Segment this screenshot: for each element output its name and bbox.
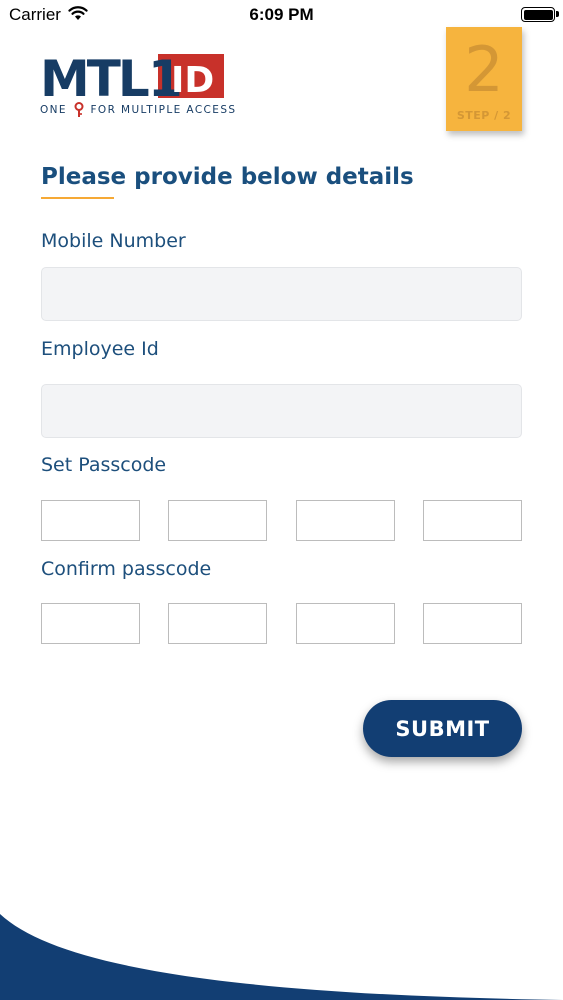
step-label: STEP / 2 [456,109,512,122]
battery-tip [556,11,559,17]
key-icon [74,102,84,117]
set-passcode-digit-1[interactable] [41,500,140,541]
battery-icon [521,7,555,22]
app-logo: MTL 1 ID ONE FOR MULTIPLE ACCESS [40,52,235,117]
confirm-passcode-digit-3[interactable] [296,603,395,644]
confirm-passcode-digit-4[interactable] [423,603,522,644]
form-title: Please provide below details [41,164,414,190]
logo-mtl-text: MTL [40,52,149,100]
confirm-passcode-digit-1[interactable] [41,603,140,644]
tagline-one: ONE [40,104,67,116]
confirm-passcode-label: Confirm passcode [41,558,212,580]
step-number: 2 [464,33,504,106]
set-passcode-digit-4[interactable] [423,500,522,541]
logo-wordmark: MTL 1 ID [40,52,224,100]
logo-id-text: ID [171,60,214,100]
title-underline [41,197,114,199]
tagline-rest: FOR MULTIPLE ACCESS [90,104,237,116]
employee-id-label: Employee Id [41,338,159,360]
set-passcode-digit-2[interactable] [168,500,267,541]
employee-id-input[interactable] [41,384,522,438]
logo-tagline: ONE FOR MULTIPLE ACCESS [40,102,236,118]
submit-button[interactable]: SUBMIT [363,700,522,757]
set-passcode-digit-3[interactable] [296,500,395,541]
clock: 6:09 PM [249,5,314,24]
status-bar: Carrier 6:09 PM [0,0,563,30]
mobile-number-label: Mobile Number [41,230,186,252]
mobile-number-input[interactable] [41,267,522,321]
confirm-passcode-digit-2[interactable] [168,603,267,644]
set-passcode-label: Set Passcode [41,454,167,476]
bottom-wave-decoration [0,914,563,1000]
step-badge: 2 STEP / 2 [446,27,522,131]
